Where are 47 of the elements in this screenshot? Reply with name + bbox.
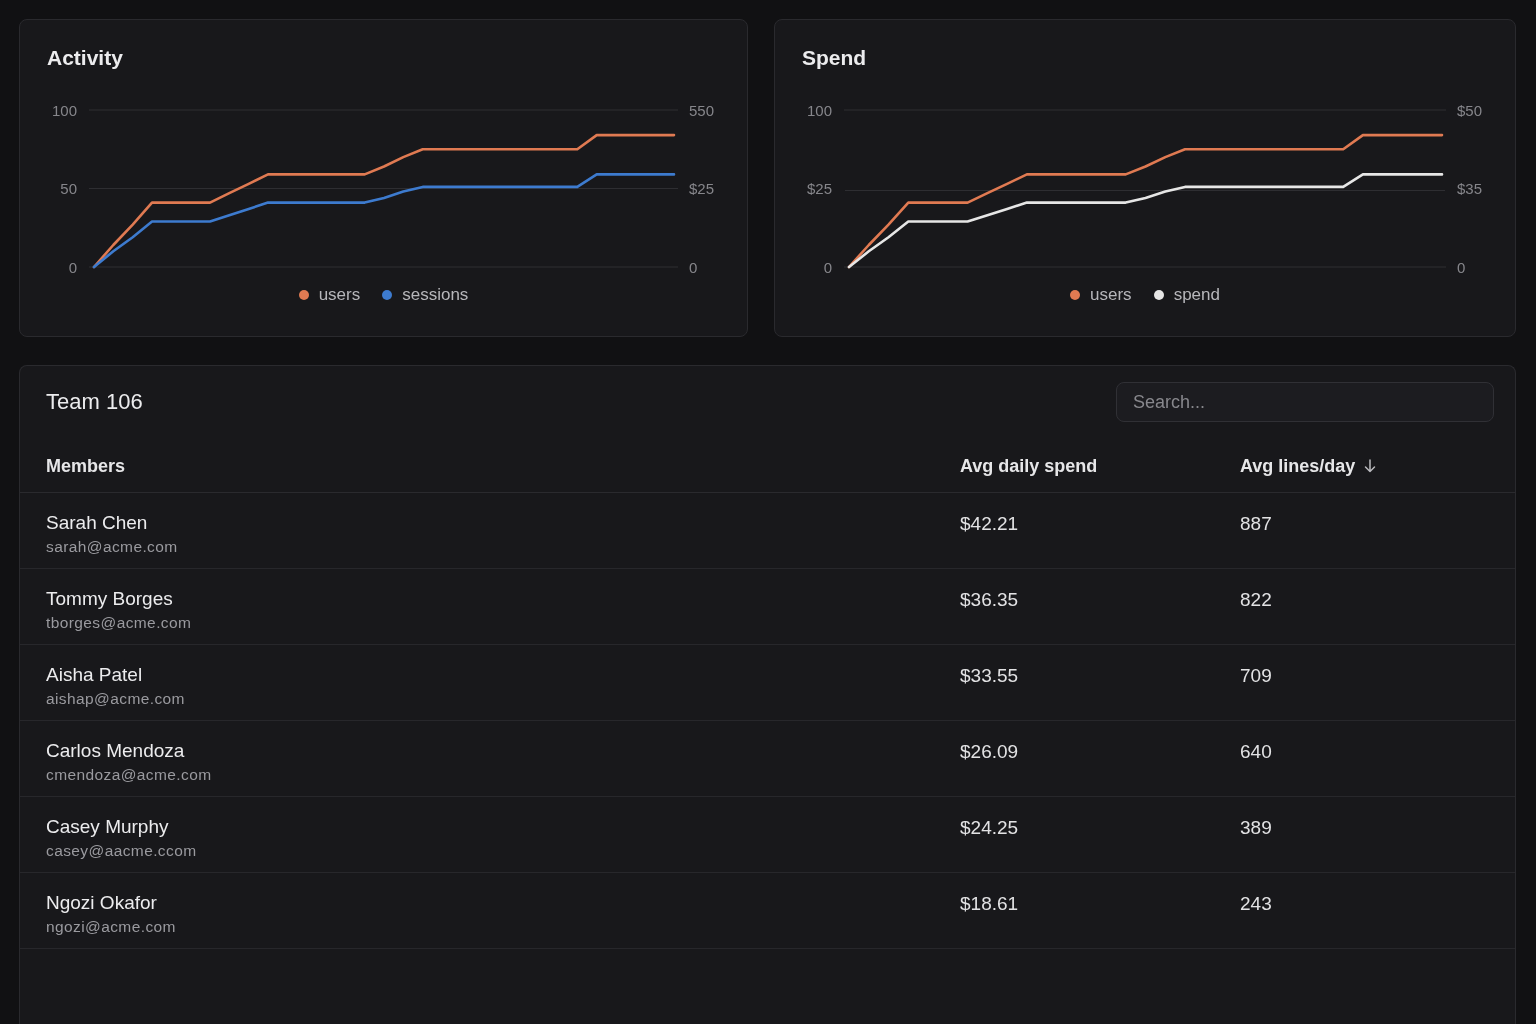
legend-label: sessions: [402, 285, 469, 305]
table-cell: 243: [1240, 893, 1272, 914]
column-header[interactable]: Avg lines/day: [1240, 455, 1377, 477]
member-email: casey@aacme.ccom: [46, 841, 197, 861]
axis-label: 100: [51, 101, 77, 119]
table-cell: 887: [1240, 513, 1272, 534]
table-cell: $24.25: [960, 817, 1019, 838]
axis-label: 0: [823, 258, 832, 276]
table-cell: $42.21: [960, 513, 1019, 534]
team-title: Team 106: [46, 389, 143, 415]
chart-title: Activity: [47, 46, 123, 70]
member-name: Aisha Patel: [46, 664, 143, 686]
table-cell: $18.61: [960, 893, 1019, 914]
axis-label: 0: [68, 258, 77, 276]
axis-label: 550: [689, 101, 715, 119]
member-name: Tommy Borges: [46, 588, 173, 610]
member-email: ngozi@acme.com: [46, 917, 176, 937]
axis-label: $25: [806, 180, 832, 197]
axis-label: 100: [806, 101, 832, 119]
search-field[interactable]: Search...: [1116, 382, 1494, 422]
member-name: Sarah Chen: [46, 512, 148, 534]
table-cell: 389: [1240, 817, 1272, 838]
member-email: tborges@acme.com: [46, 613, 192, 633]
axis-label: 0: [1457, 258, 1466, 276]
legend-label: users: [1090, 285, 1132, 305]
column-header[interactable]: Members: [46, 455, 126, 477]
member-name: Ngozi Okafor: [46, 892, 157, 914]
axis-label: $35: [1457, 180, 1483, 197]
axis-label: 50: [60, 180, 77, 197]
legend-label: users: [318, 285, 361, 305]
member-email: cmendoza@acme.com: [46, 765, 212, 785]
axis-label: $25: [689, 180, 715, 197]
member-name: Carlos Mendoza: [46, 740, 185, 762]
table-cell: 709: [1240, 665, 1272, 686]
chart-title: Spend: [802, 46, 867, 70]
table-cell: $36.35: [960, 589, 1019, 610]
column-header[interactable]: Avg daily spend: [960, 455, 1098, 477]
axis-label: $50: [1457, 101, 1483, 119]
table-cell: $26.09: [960, 741, 1019, 762]
member-name: Casey Murphy: [46, 816, 169, 838]
table-cell: $33.55: [960, 665, 1019, 686]
member-email: sarah@acme.com: [46, 537, 178, 557]
table-cell: 822: [1240, 589, 1272, 610]
axis-label: 0: [689, 258, 698, 276]
legend-label: spend: [1173, 285, 1220, 305]
member-email: aishap@acme.com: [46, 689, 185, 709]
table-cell: 640: [1240, 741, 1272, 762]
